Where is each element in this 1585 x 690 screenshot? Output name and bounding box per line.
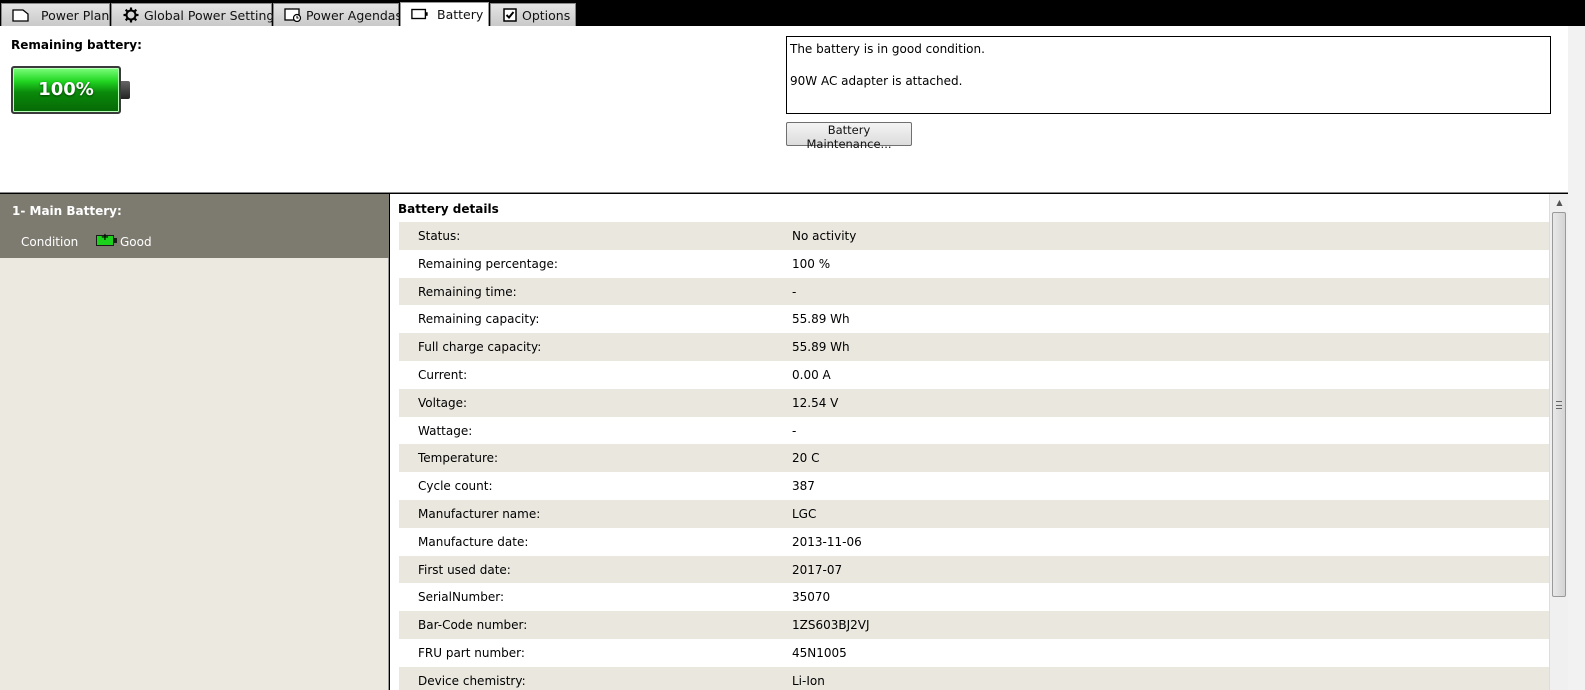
detail-value: 55.89 Wh bbox=[792, 312, 850, 327]
detail-row: Temperature: 20 C bbox=[399, 444, 1549, 473]
detail-value: LGC bbox=[792, 506, 817, 521]
battery-condition-message: The battery is in good condition. bbox=[790, 42, 985, 56]
battery-details-title: Battery details bbox=[398, 202, 499, 216]
detail-row: Status: No activity bbox=[399, 222, 1549, 250]
detail-label: Remaining time: bbox=[418, 284, 517, 299]
detail-row: Bar-Code number: 1ZS603BJ2VJ bbox=[399, 611, 1549, 639]
battery-details-list: Status: No activity Remaining percentage: 1… bbox=[399, 222, 1549, 690]
detail-label: Wattage: bbox=[418, 423, 473, 438]
tab-global-power-settings[interactable]: Global Power Settings bbox=[111, 3, 281, 26]
detail-label: Current: bbox=[418, 367, 468, 382]
detail-row: Voltage: 12.54 V bbox=[399, 388, 1549, 417]
tab-battery[interactable]: Battery bbox=[400, 2, 489, 26]
detail-label: Manufacturer name: bbox=[418, 506, 541, 521]
battery-percent-text: 100% bbox=[38, 79, 94, 100]
scroll-up-arrow-icon[interactable]: ▲ bbox=[1550, 194, 1569, 211]
detail-row: FRU part number: 45N1005 bbox=[399, 639, 1549, 667]
detail-label: Cycle count: bbox=[418, 479, 493, 494]
detail-value: 1ZS603BJ2VJ bbox=[792, 618, 870, 633]
detail-label: Full charge capacity: bbox=[418, 340, 542, 355]
detail-row: Manufacturer name: LGC bbox=[399, 499, 1549, 528]
detail-row: Cycle count: 387 bbox=[399, 472, 1549, 500]
condition-value: Good bbox=[120, 235, 152, 249]
adapter-message: 90W AC adapter is attached. bbox=[790, 74, 963, 88]
tab-strip: Power Plan Global Power Settings Power A… bbox=[0, 0, 1585, 26]
checkbox-icon bbox=[501, 8, 519, 22]
detail-label: Bar-Code number: bbox=[418, 618, 528, 633]
detail-value: Li-Ion bbox=[792, 673, 825, 688]
detail-label: SerialNumber: bbox=[418, 590, 504, 605]
detail-value: 20 C bbox=[792, 451, 820, 466]
scroll-thumb[interactable] bbox=[1552, 212, 1566, 597]
detail-value: 12.54 V bbox=[792, 395, 839, 410]
detail-row: Manufacture date: 2013-11-06 bbox=[399, 528, 1549, 556]
details-scrollbar[interactable]: ▲ bbox=[1549, 194, 1568, 690]
battery-icon bbox=[411, 7, 429, 21]
battery-good-icon: + bbox=[96, 232, 117, 246]
battery-summary-panel: Remaining battery: 100% The battery is i… bbox=[0, 26, 1568, 193]
window-edge bbox=[1568, 26, 1585, 690]
main-battery-item[interactable]: 1- Main Battery: Condition + Good bbox=[0, 194, 389, 258]
detail-value: 2013-11-06 bbox=[792, 534, 862, 549]
detail-label: Remaining capacity: bbox=[418, 312, 540, 327]
agenda-icon bbox=[284, 8, 302, 22]
battery-terminal bbox=[121, 81, 130, 99]
detail-row: Current: 0.00 A bbox=[399, 361, 1549, 389]
detail-value: 35070 bbox=[792, 590, 831, 605]
battery-details-panel: Battery details Status: No activity Remain… bbox=[390, 194, 1549, 690]
tab-label: Battery bbox=[437, 7, 484, 22]
detail-row: Remaining capacity: 55.89 Wh bbox=[399, 305, 1549, 333]
power-plan-icon bbox=[12, 8, 30, 22]
detail-row: Remaining percentage: 100 % bbox=[399, 250, 1549, 278]
detail-row: SerialNumber: 35070 bbox=[399, 583, 1549, 611]
tab-power-plan[interactable]: Power Plan bbox=[1, 3, 110, 26]
detail-value: No activity bbox=[792, 229, 857, 243]
remaining-battery-label: Remaining battery: bbox=[11, 38, 142, 52]
condition-label: Condition bbox=[21, 235, 79, 249]
grip-icon bbox=[1556, 401, 1562, 409]
detail-row: Full charge capacity: 55.89 Wh bbox=[399, 333, 1549, 361]
detail-label: Device chemistry: bbox=[418, 673, 526, 688]
detail-label: Temperature: bbox=[418, 451, 499, 466]
detail-value: 100 % bbox=[792, 256, 831, 271]
tab-power-agendas[interactable]: Power Agendas bbox=[273, 3, 402, 26]
detail-value: 45N1005 bbox=[792, 645, 847, 660]
battery-level-indicator: 100% bbox=[11, 66, 130, 114]
tab-label: Global Power Settings bbox=[144, 8, 281, 23]
battery-maintenance-button[interactable]: Battery Maintenance... bbox=[786, 122, 912, 151]
detail-row: Device chemistry: Li-Ion bbox=[399, 666, 1549, 690]
detail-label: Voltage: bbox=[418, 395, 468, 410]
detail-value: - bbox=[792, 423, 797, 438]
detail-row: Remaining time: - bbox=[399, 277, 1549, 306]
main-battery-title: 1- Main Battery: bbox=[12, 204, 122, 218]
detail-row: First used date: 2017-07 bbox=[399, 555, 1549, 584]
battery-list-panel: 1- Main Battery: Condition + Good bbox=[0, 194, 389, 690]
detail-label: Remaining percentage: bbox=[418, 256, 558, 271]
battery-message-box: The battery is in good condition. 90W AC… bbox=[786, 36, 1551, 114]
tab-options[interactable]: Options bbox=[490, 3, 576, 26]
gear-icon bbox=[122, 7, 140, 23]
detail-value: 0.00 A bbox=[792, 367, 831, 382]
detail-label: FRU part number: bbox=[418, 645, 525, 660]
detail-row: Wattage: - bbox=[399, 417, 1549, 445]
tab-label: Power Agendas bbox=[306, 8, 402, 23]
tab-label: Options bbox=[522, 8, 571, 23]
detail-value: - bbox=[792, 284, 797, 299]
detail-label: Status: bbox=[418, 229, 461, 243]
detail-label: Manufacture date: bbox=[418, 534, 529, 549]
tab-label: Power Plan bbox=[41, 8, 110, 23]
detail-label: First used date: bbox=[418, 562, 511, 577]
detail-value: 387 bbox=[792, 479, 815, 494]
detail-value: 2017-07 bbox=[792, 562, 843, 577]
detail-value: 55.89 Wh bbox=[792, 340, 850, 355]
